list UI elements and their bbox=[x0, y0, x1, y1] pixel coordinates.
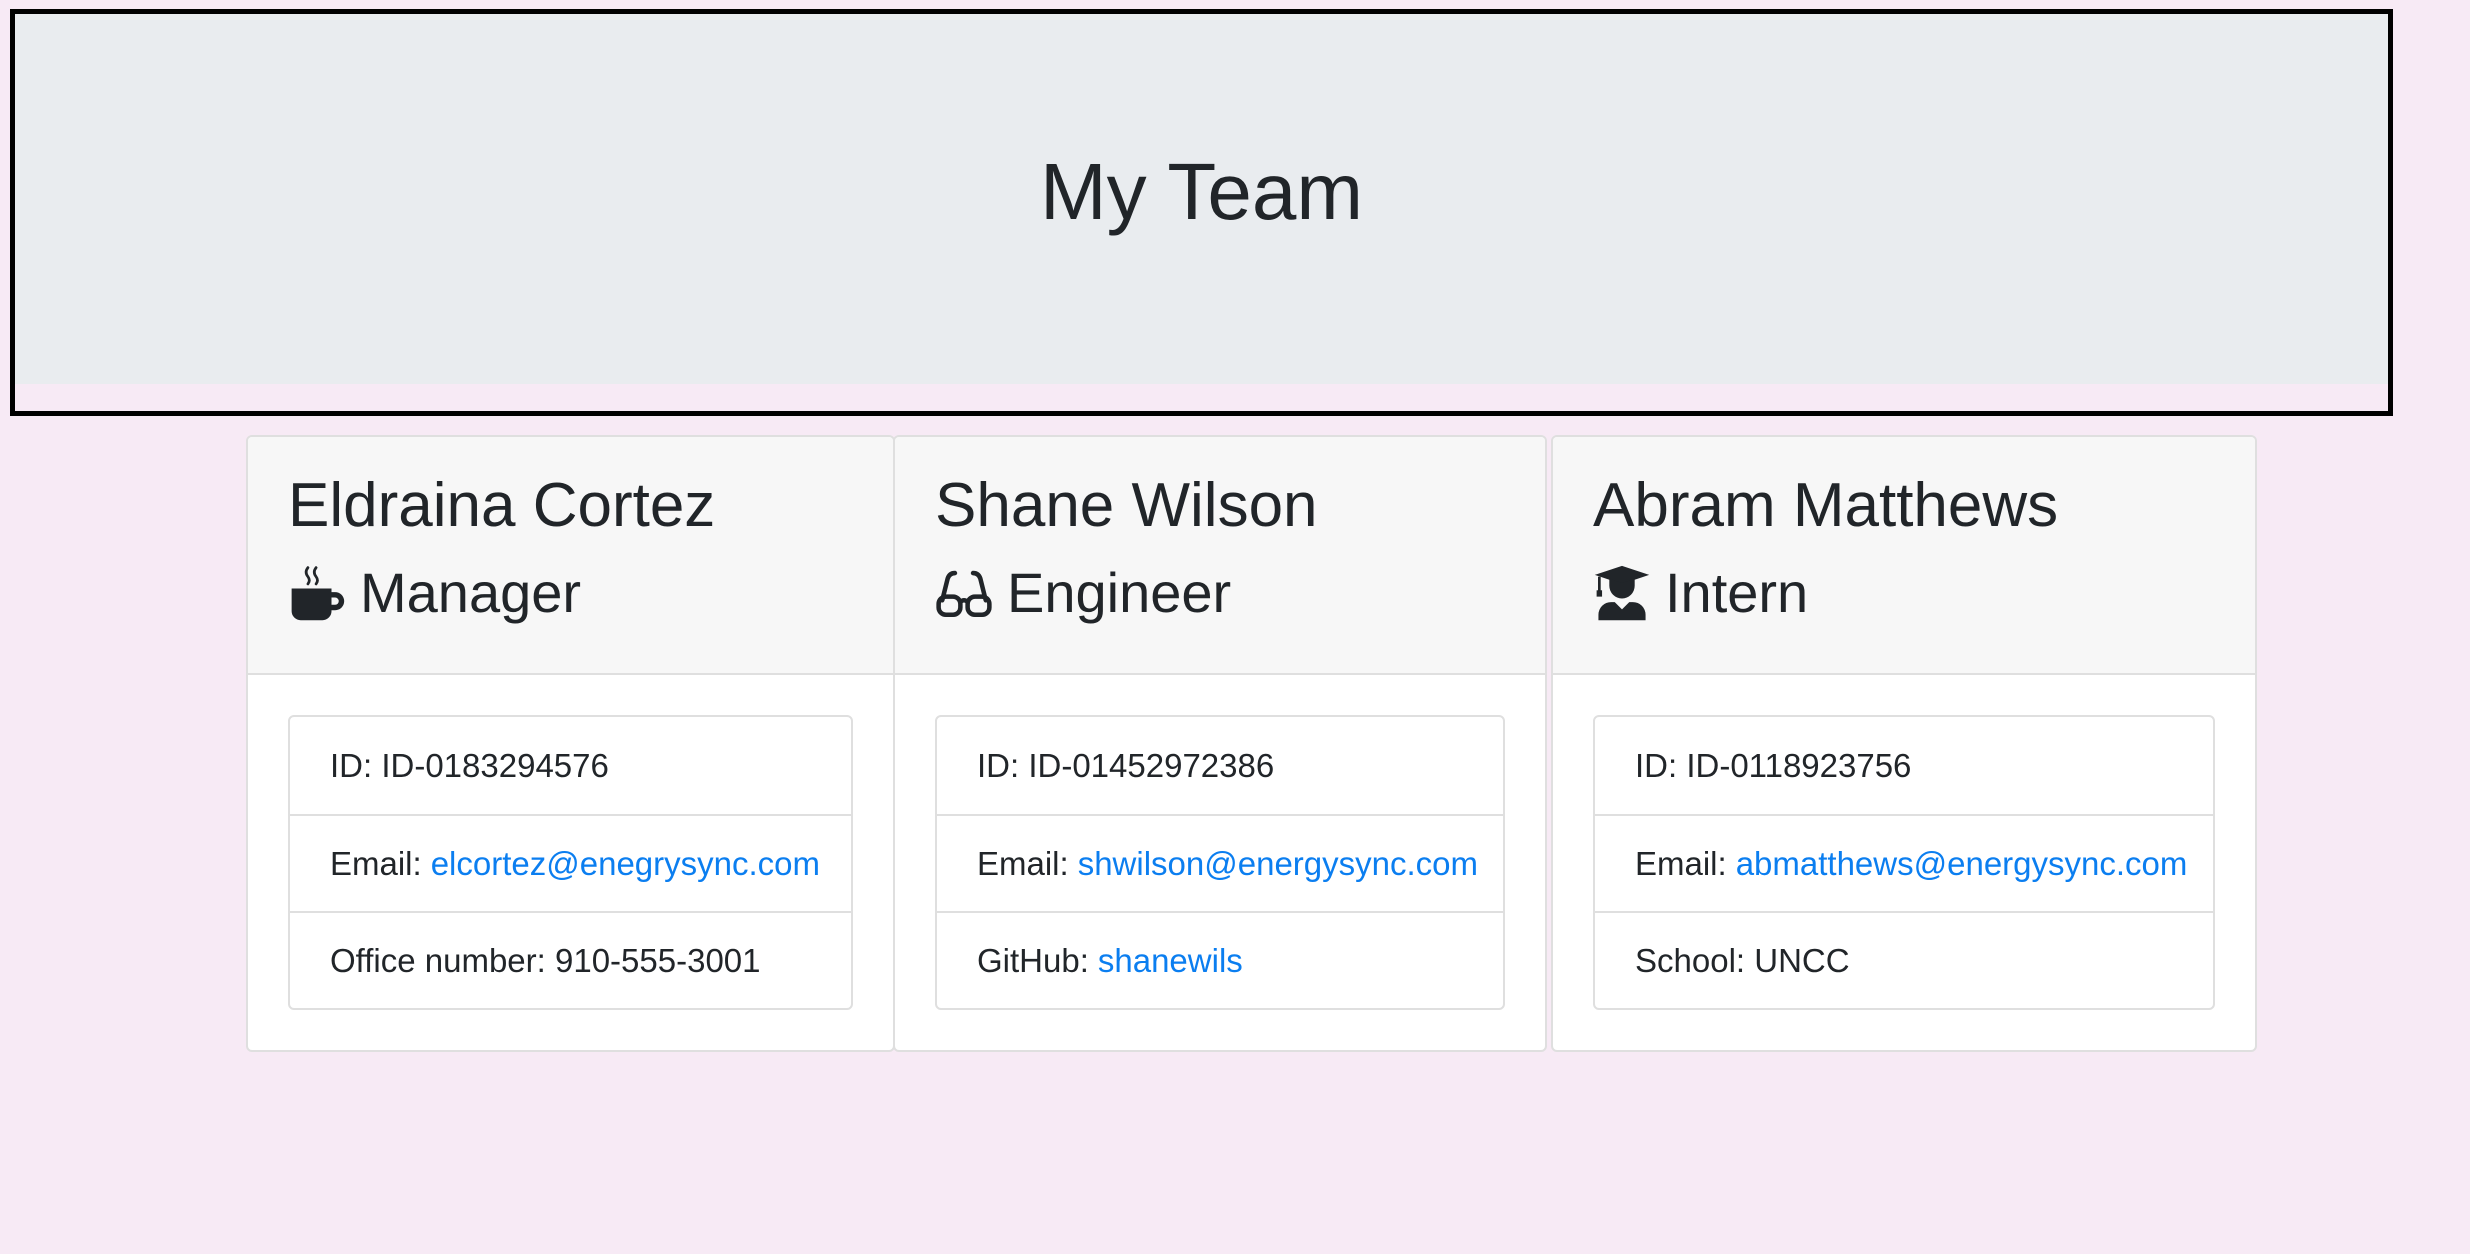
email-link[interactable]: shwilson@energysync.com bbox=[1078, 845, 1478, 883]
role-label: Engineer bbox=[1007, 561, 1232, 624]
employee-card-intern: Abram Matthews Intern ID: ID-0118923756 bbox=[1551, 435, 2257, 1052]
employee-card-engineer: Shane Wilson Engineer ID: ID-01452972386 bbox=[893, 435, 1547, 1052]
employee-id-item: ID: ID-0118923756 bbox=[1595, 717, 2213, 814]
employee-email-item: Email: shwilson@energysync.com bbox=[937, 814, 1503, 911]
card-header: Eldraina Cortez Manager bbox=[248, 437, 893, 675]
employee-role: Intern bbox=[1593, 559, 1808, 626]
school-item: School: UNCC bbox=[1595, 911, 2213, 1008]
email-label: Email: bbox=[1635, 844, 1727, 882]
github-link[interactable]: shanewils bbox=[1098, 942, 1243, 980]
employee-details-list: ID: ID-0118923756 Email: abmatthews@ener… bbox=[1593, 715, 2215, 1010]
employee-details-list: ID: ID-0183294576 Email: elcortez@enegry… bbox=[288, 715, 853, 1010]
coffee-mug-icon bbox=[288, 564, 346, 622]
id-label: ID: bbox=[330, 746, 373, 784]
school-value: UNCC bbox=[1754, 941, 1850, 979]
header-jumbotron: My Team bbox=[10, 9, 2393, 416]
office-number-value: 910-555-3001 bbox=[555, 941, 761, 979]
page-title: My Team bbox=[1039, 147, 1364, 236]
employee-id-item: ID: ID-0183294576 bbox=[290, 717, 851, 814]
employee-name: Shane Wilson bbox=[935, 471, 1318, 540]
card-header: Abram Matthews Intern bbox=[1553, 437, 2255, 675]
role-label: Intern bbox=[1665, 561, 1809, 624]
id-label: ID: bbox=[1635, 746, 1678, 784]
email-label: Email: bbox=[977, 844, 1069, 882]
github-item: GitHub: shanewils bbox=[937, 911, 1503, 1008]
employee-id-item: ID: ID-01452972386 bbox=[937, 717, 1503, 814]
email-link[interactable]: elcortez@enegrysync.com bbox=[431, 845, 820, 883]
id-value: ID-0118923756 bbox=[1686, 746, 1912, 784]
employee-card-manager: Eldraina Cortez Manager ID: ID-018329457… bbox=[246, 435, 895, 1052]
employee-details-list: ID: ID-01452972386 Email: shwilson@energ… bbox=[935, 715, 1505, 1010]
id-value: ID-0183294576 bbox=[381, 746, 609, 784]
employee-role: Manager bbox=[288, 559, 581, 626]
glasses-icon bbox=[935, 564, 993, 622]
employee-name: Abram Matthews bbox=[1593, 471, 2059, 540]
employee-email-item: Email: abmatthews@energysync.com bbox=[1595, 814, 2213, 911]
employee-email-item: Email: elcortez@enegrysync.com bbox=[290, 814, 851, 911]
employee-name: Eldraina Cortez bbox=[288, 471, 716, 540]
email-link[interactable]: abmatthews@energysync.com bbox=[1736, 845, 2188, 883]
card-header: Shane Wilson Engineer bbox=[895, 437, 1545, 675]
id-label: ID: bbox=[977, 746, 1020, 784]
office-number-label: Office number: bbox=[330, 941, 546, 979]
school-label: School: bbox=[1635, 941, 1746, 979]
id-value: ID-01452972386 bbox=[1028, 746, 1275, 784]
graduate-icon bbox=[1593, 564, 1651, 622]
email-label: Email: bbox=[330, 844, 422, 882]
employee-role: Engineer bbox=[935, 559, 1231, 626]
role-label: Manager bbox=[360, 561, 582, 624]
github-label: GitHub: bbox=[977, 941, 1089, 979]
office-number-item: Office number: 910-555-3001 bbox=[290, 911, 851, 1008]
